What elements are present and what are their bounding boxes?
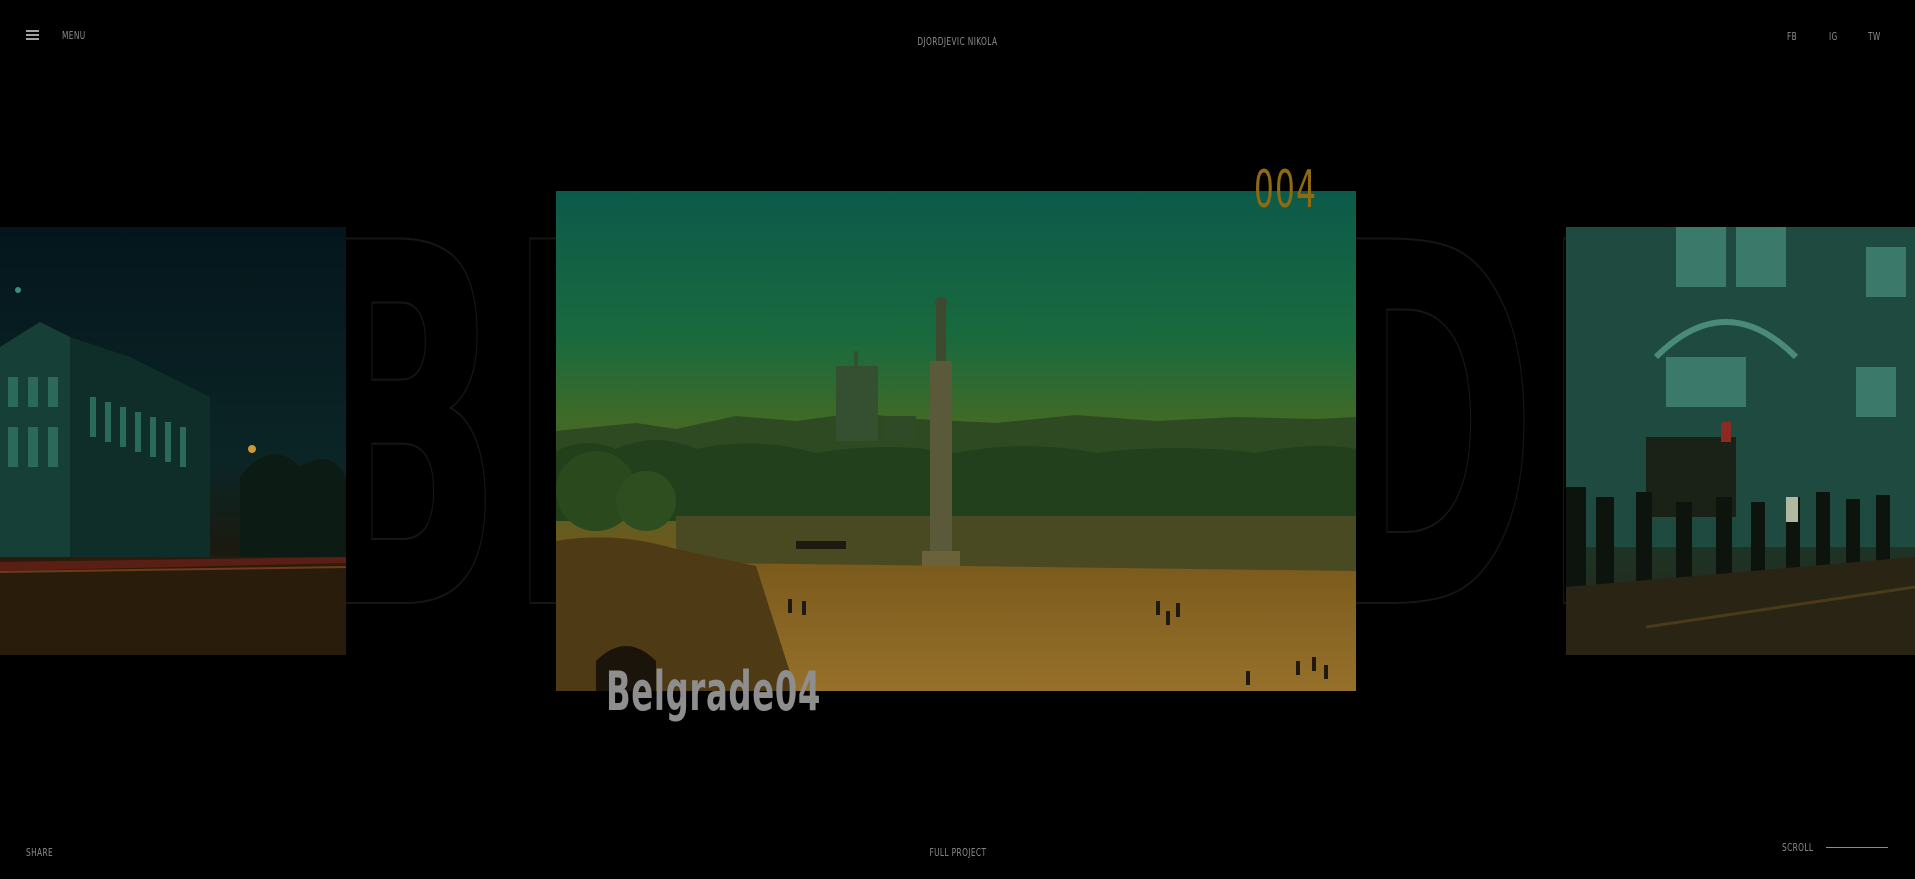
- social-links: FB IG TW: [1787, 30, 1885, 43]
- social-link-ig[interactable]: IG: [1829, 30, 1838, 43]
- scroll-label: Scroll: [1782, 841, 1814, 854]
- slide-previous[interactable]: [0, 227, 346, 655]
- slide-title[interactable]: Belgrade04: [606, 660, 821, 723]
- site-title[interactable]: Djordjevic Nikola: [917, 35, 997, 48]
- slide-next[interactable]: [1566, 227, 1915, 655]
- slide-current[interactable]: [556, 191, 1356, 691]
- slide-next-image: [1566, 227, 1915, 655]
- slide-number: 004: [1254, 160, 1318, 220]
- scroll-line-icon: [1826, 847, 1888, 848]
- site-title-wrapper: Djordjevic Nikola: [0, 30, 1915, 49]
- slide-current-image: [556, 191, 1356, 691]
- scroll-indicator[interactable]: Scroll: [1782, 841, 1888, 854]
- full-project-wrapper: Full project: [0, 841, 1915, 860]
- social-link-fb[interactable]: FB: [1787, 30, 1797, 43]
- slide-previous-image: [0, 227, 346, 655]
- full-project-link[interactable]: Full project: [929, 846, 986, 859]
- social-link-tw[interactable]: TW: [1868, 30, 1881, 43]
